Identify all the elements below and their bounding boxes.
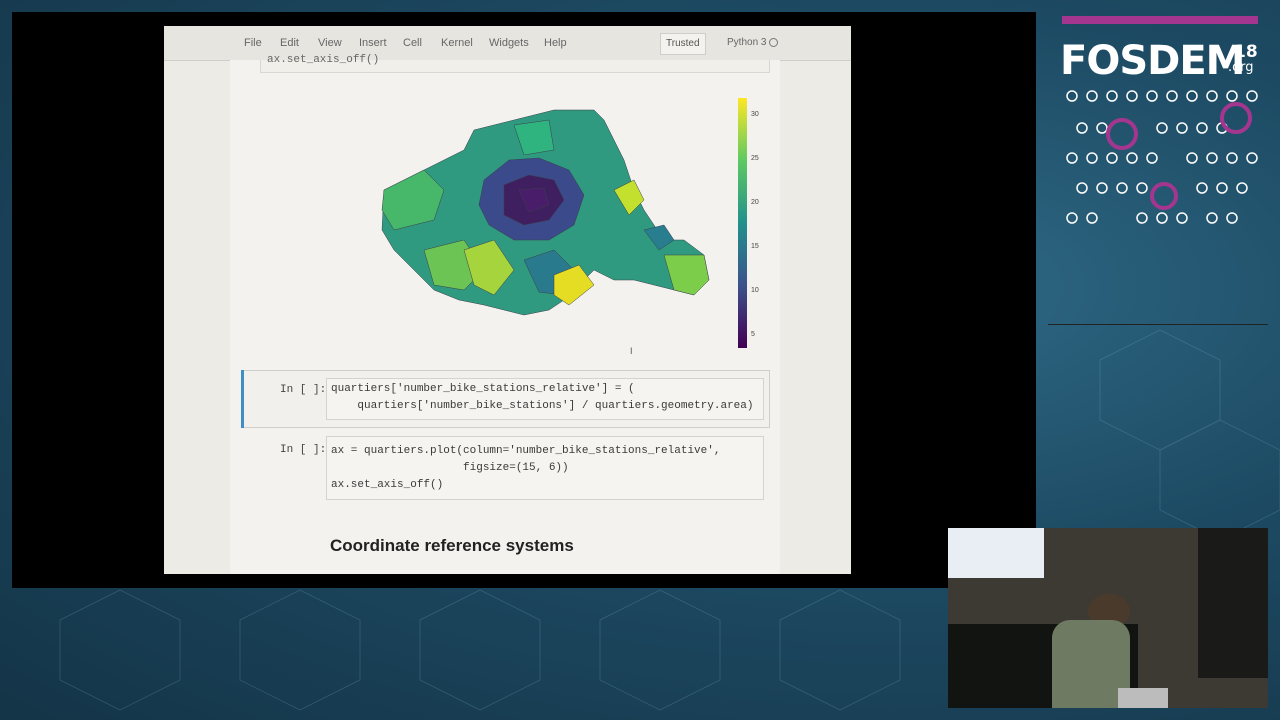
cell-prompt: In [ ]: <box>280 444 327 456</box>
selected-cell-indicator <box>241 370 244 428</box>
fosdem-logo: FOSDEM <box>1060 38 1245 84</box>
colorbar-tick: 15 <box>751 243 759 250</box>
fosdem-branding: FOSDEM 18 .org <box>1048 0 1280 340</box>
trusted-indicator[interactable]: Trusted <box>660 33 706 55</box>
kernel-name[interactable]: Python 3 <box>727 37 766 48</box>
menu-cell[interactable]: Cell <box>403 37 422 49</box>
text-cursor-icon: I <box>630 346 633 356</box>
cell-prompt: In [ ]: <box>280 384 327 396</box>
colorbar-tick: 5 <box>751 331 755 338</box>
previous-cell-code: ax.set_axis_off() <box>267 54 380 66</box>
menu-view[interactable]: View <box>318 37 342 49</box>
colorbar-tick: 20 <box>751 199 759 206</box>
presentation-screen: File Edit View Insert Cell Kernel Widget… <box>12 12 1036 588</box>
menu-insert[interactable]: Insert <box>359 37 387 49</box>
menu-edit[interactable]: Edit <box>280 37 299 49</box>
colorbar-tick: 30 <box>751 111 759 118</box>
code-line: quartiers['number_bike_stations'] / quar… <box>331 400 754 412</box>
code-line: ax = quartiers.plot(column='number_bike_… <box>331 445 721 457</box>
code-input-area[interactable]: quartiers['number_bike_stations_relative… <box>326 378 764 420</box>
menu-help[interactable]: Help <box>544 37 567 49</box>
speaker-camera-feed <box>948 528 1268 708</box>
blackboard <box>1198 528 1268 678</box>
brand-stripe <box>1062 16 1258 24</box>
code-input-area[interactable]: ax = quartiers.plot(column='number_bike_… <box>326 436 764 500</box>
code-line: figsize=(15, 6)) <box>331 462 569 474</box>
laptop <box>1118 688 1168 708</box>
kernel-status-icon <box>769 38 778 47</box>
projection-glare <box>948 528 1044 578</box>
menu-widgets[interactable]: Widgets <box>489 37 529 49</box>
fosdem-suffix: .org <box>1228 60 1254 75</box>
menu-kernel[interactable]: Kernel <box>441 37 473 49</box>
colorbar-tick: 10 <box>751 287 759 294</box>
jupyter-notebook-window: File Edit View Insert Cell Kernel Widget… <box>164 26 851 574</box>
code-line: ax.set_axis_off() <box>331 479 444 491</box>
code-line: quartiers['number_bike_stations_relative… <box>331 383 635 395</box>
fosdem-year: 18 <box>1234 42 1258 62</box>
previous-code-cell[interactable]: ax.set_axis_off() <box>260 54 770 73</box>
menu-file[interactable]: File <box>244 37 262 49</box>
choropleth-map-output <box>381 109 710 316</box>
colorbar-tick: 25 <box>751 155 759 162</box>
map-colorbar <box>738 98 747 348</box>
gear-pattern-icon <box>1066 90 1258 224</box>
markdown-heading: Coordinate reference systems <box>330 536 574 555</box>
divider <box>1048 324 1268 325</box>
